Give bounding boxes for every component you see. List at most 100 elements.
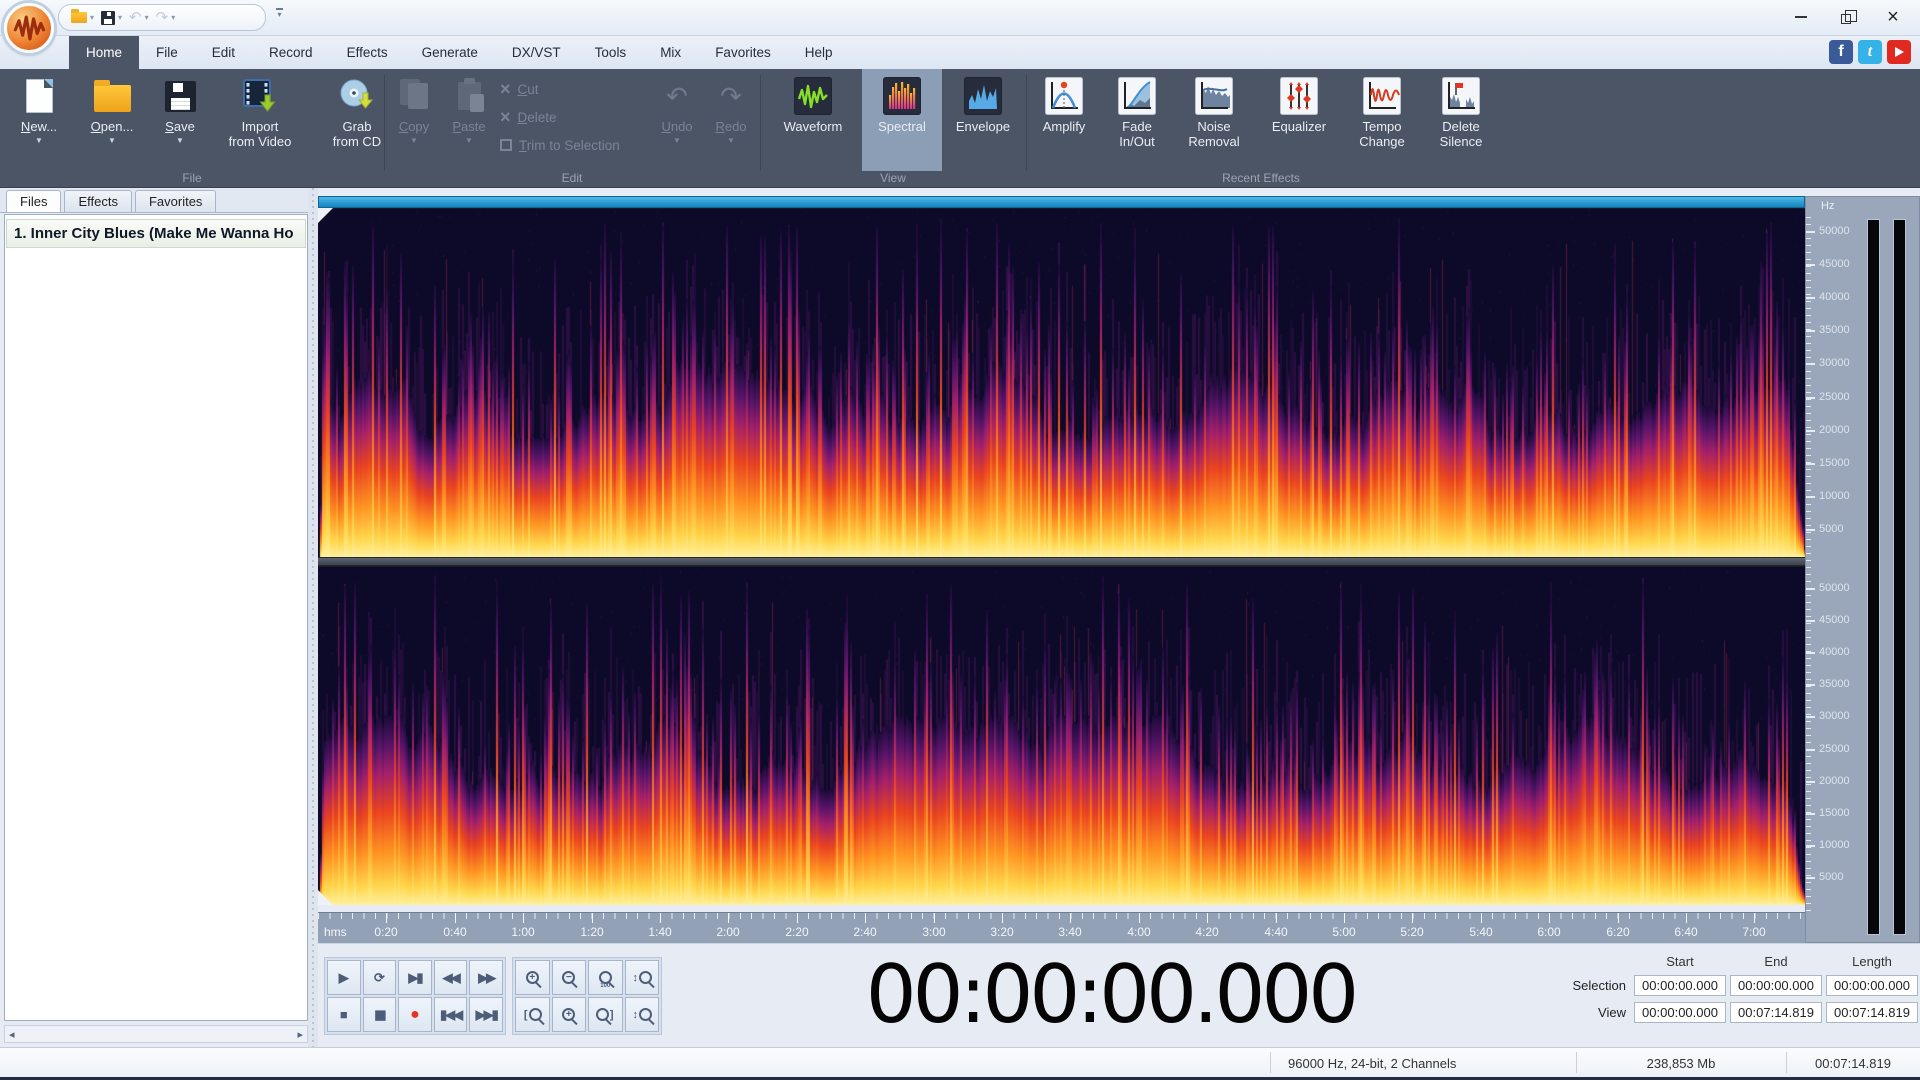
pause-button[interactable]: ▮▮	[362, 997, 397, 1032]
copy-button[interactable]: Copy ▼	[388, 69, 440, 171]
scroll-left-icon[interactable]: ◂	[9, 1028, 15, 1041]
zoom-selection-end-button[interactable]: ]	[588, 997, 623, 1032]
app-logo[interactable]	[4, 3, 54, 53]
selection-end-field[interactable]: 00:00:00.000	[1730, 975, 1822, 996]
tab-mix[interactable]: Mix	[643, 36, 698, 69]
zoom-100-button[interactable]: 100	[588, 960, 623, 995]
sidebar-horizontal-scrollbar[interactable]: ◂ ▸	[4, 1025, 308, 1043]
chevron-down-icon[interactable]: ▼	[35, 136, 43, 145]
loop-icon: ⟳	[373, 969, 385, 985]
youtube-icon[interactable]	[1887, 40, 1911, 64]
view-corner-marker-bottom[interactable]	[318, 890, 333, 905]
chevron-down-icon[interactable]: ▼	[176, 136, 184, 145]
open-button[interactable]: Open... ▼	[79, 69, 145, 171]
sidebar-tab-effects[interactable]: Effects	[64, 190, 132, 212]
new-button[interactable]: New... ▼	[8, 69, 70, 171]
freq-label-ch1: 35000	[1819, 324, 1850, 337]
scroll-right-icon[interactable]: ▸	[297, 1028, 303, 1041]
spectral-view-button[interactable]: Spectral	[862, 69, 942, 171]
group-separator	[1026, 75, 1027, 171]
minimize-button[interactable]	[1778, 0, 1824, 34]
view-end-field[interactable]: 00:07:14.819	[1730, 1002, 1822, 1023]
view-start-field[interactable]: 00:00:00.000	[1634, 1002, 1726, 1023]
paste-button[interactable]: Paste ▼	[442, 69, 496, 171]
play-to-end-button[interactable]: ▶▮	[398, 960, 432, 995]
chevron-down-icon[interactable]: ▾	[171, 13, 175, 22]
zoom-out-button[interactable]: −	[551, 960, 586, 995]
amplify-button[interactable]: Amplify	[1032, 69, 1096, 171]
import-from-video-button[interactable]: Import from Video	[215, 69, 305, 171]
envelope-view-button[interactable]: Envelope	[942, 69, 1024, 171]
rewind-button[interactable]: ◀◀	[433, 960, 468, 995]
tab-home[interactable]: Home	[69, 36, 140, 69]
go-to-start-button[interactable]: ▮◀◀	[433, 997, 468, 1032]
undo-button[interactable]: ↶ Undo ▼	[652, 69, 702, 171]
tab-edit[interactable]: Edit	[195, 36, 252, 69]
chevron-down-icon[interactable]: ▼	[727, 136, 735, 145]
ribbon-group-recent-effects: Amplify Fade In/Out Noise Removal Equalizer Te…	[1032, 69, 1496, 171]
customize-toolbar-button[interactable]: ▾	[276, 8, 283, 19]
spectrogram-channel-1[interactable]	[318, 208, 1805, 557]
noise-removal-button[interactable]: Noise Removal	[1178, 69, 1250, 171]
tab-generate[interactable]: Generate	[405, 36, 495, 69]
sidebar-tab-files[interactable]: Files	[6, 190, 62, 212]
selection-start-field[interactable]: 00:00:00.000	[1634, 975, 1726, 996]
open-quick-button[interactable]: ▾	[71, 9, 94, 23]
fade-in-out-button[interactable]: Fade In/Out	[1106, 69, 1168, 171]
time-ruler[interactable]: hms 0:20 0:40 1:00 1:20 1:40 2:00 2:20 2:40 3:00 3…	[318, 912, 1805, 943]
restore-button[interactable]	[1824, 0, 1870, 34]
file-size-status: 238,853 Mb	[1646, 1055, 1716, 1071]
chevron-down-icon[interactable]: ▾	[90, 13, 94, 22]
undo-quick-button[interactable]: ↶ ▾	[129, 10, 149, 25]
file-list-item[interactable]: 1. Inner City Blues (Make Me Wanna Ho	[6, 219, 306, 248]
tab-effects[interactable]: Effects	[330, 36, 405, 69]
zoom-in-button[interactable]: +	[515, 960, 550, 995]
freq-label-ch2: 30000	[1819, 710, 1850, 723]
view-length-field[interactable]: 00:07:14.819	[1826, 1002, 1918, 1023]
zoom-full-button[interactable]: +	[551, 997, 586, 1032]
fast-forward-button[interactable]: ▶▶	[469, 960, 503, 995]
spectrogram-channel-2[interactable]	[318, 566, 1805, 905]
tab-help[interactable]: Help	[788, 36, 850, 69]
stop-button[interactable]: ■	[327, 997, 361, 1032]
cut-button[interactable]: × Cut	[500, 79, 620, 99]
record-button[interactable]: ●	[398, 997, 432, 1032]
waveform-view-button[interactable]: Waveform	[764, 69, 862, 171]
redo-button[interactable]: ↷ Redo ▼	[706, 69, 756, 171]
zoom-vertical-in-button[interactable]: ↕	[624, 960, 659, 995]
trim-to-selection-button[interactable]: Trim to Selection	[500, 135, 620, 155]
twitter-icon[interactable]: t	[1858, 40, 1882, 64]
channel-divider[interactable]	[318, 557, 1805, 566]
horizontal-zoom-scrollbar[interactable]	[318, 196, 1805, 208]
tab-file[interactable]: File	[139, 36, 195, 69]
play-button[interactable]: ▶	[327, 960, 361, 995]
panel-splitter[interactable]	[308, 188, 318, 1047]
tempo-change-button[interactable]: Tempo Change	[1348, 69, 1416, 171]
save-quick-button[interactable]: ▾	[101, 10, 122, 25]
save-button[interactable]: Save ▼	[154, 69, 206, 171]
chevron-down-icon[interactable]: ▼	[465, 136, 473, 145]
tab-tools[interactable]: Tools	[578, 36, 644, 69]
zoom-selection-start-button[interactable]: [	[515, 997, 550, 1032]
group-label-edit: Edit	[561, 171, 583, 185]
chevron-down-icon[interactable]: ▼	[108, 136, 116, 145]
chevron-down-icon[interactable]: ▼	[410, 136, 418, 145]
go-to-end-button[interactable]: ▶▶▮	[469, 997, 503, 1032]
equalizer-button[interactable]: Equalizer	[1260, 69, 1338, 171]
tab-dx-vst[interactable]: DX/VST	[495, 36, 578, 69]
sidebar-tab-favorites[interactable]: Favorites	[134, 190, 217, 212]
facebook-icon[interactable]: f	[1829, 40, 1853, 64]
tab-record[interactable]: Record	[252, 36, 330, 69]
redo-quick-button[interactable]: ↷ ▾	[156, 10, 176, 25]
chevron-down-icon[interactable]: ▼	[673, 136, 681, 145]
chevron-down-icon[interactable]: ▾	[145, 13, 149, 22]
zoom-vertical-out-button[interactable]: ↕	[624, 997, 659, 1032]
chevron-down-icon[interactable]: ▾	[118, 13, 122, 22]
view-corner-marker-top[interactable]	[318, 208, 333, 223]
delete-silence-button[interactable]: Delete Silence	[1426, 69, 1496, 171]
loop-button[interactable]: ⟳	[362, 960, 397, 995]
tab-favorites[interactable]: Favorites	[698, 36, 788, 69]
delete-button[interactable]: × Delete	[500, 107, 620, 127]
selection-length-field[interactable]: 00:00:00.000	[1826, 975, 1918, 996]
close-button[interactable]: ×	[1870, 0, 1916, 34]
